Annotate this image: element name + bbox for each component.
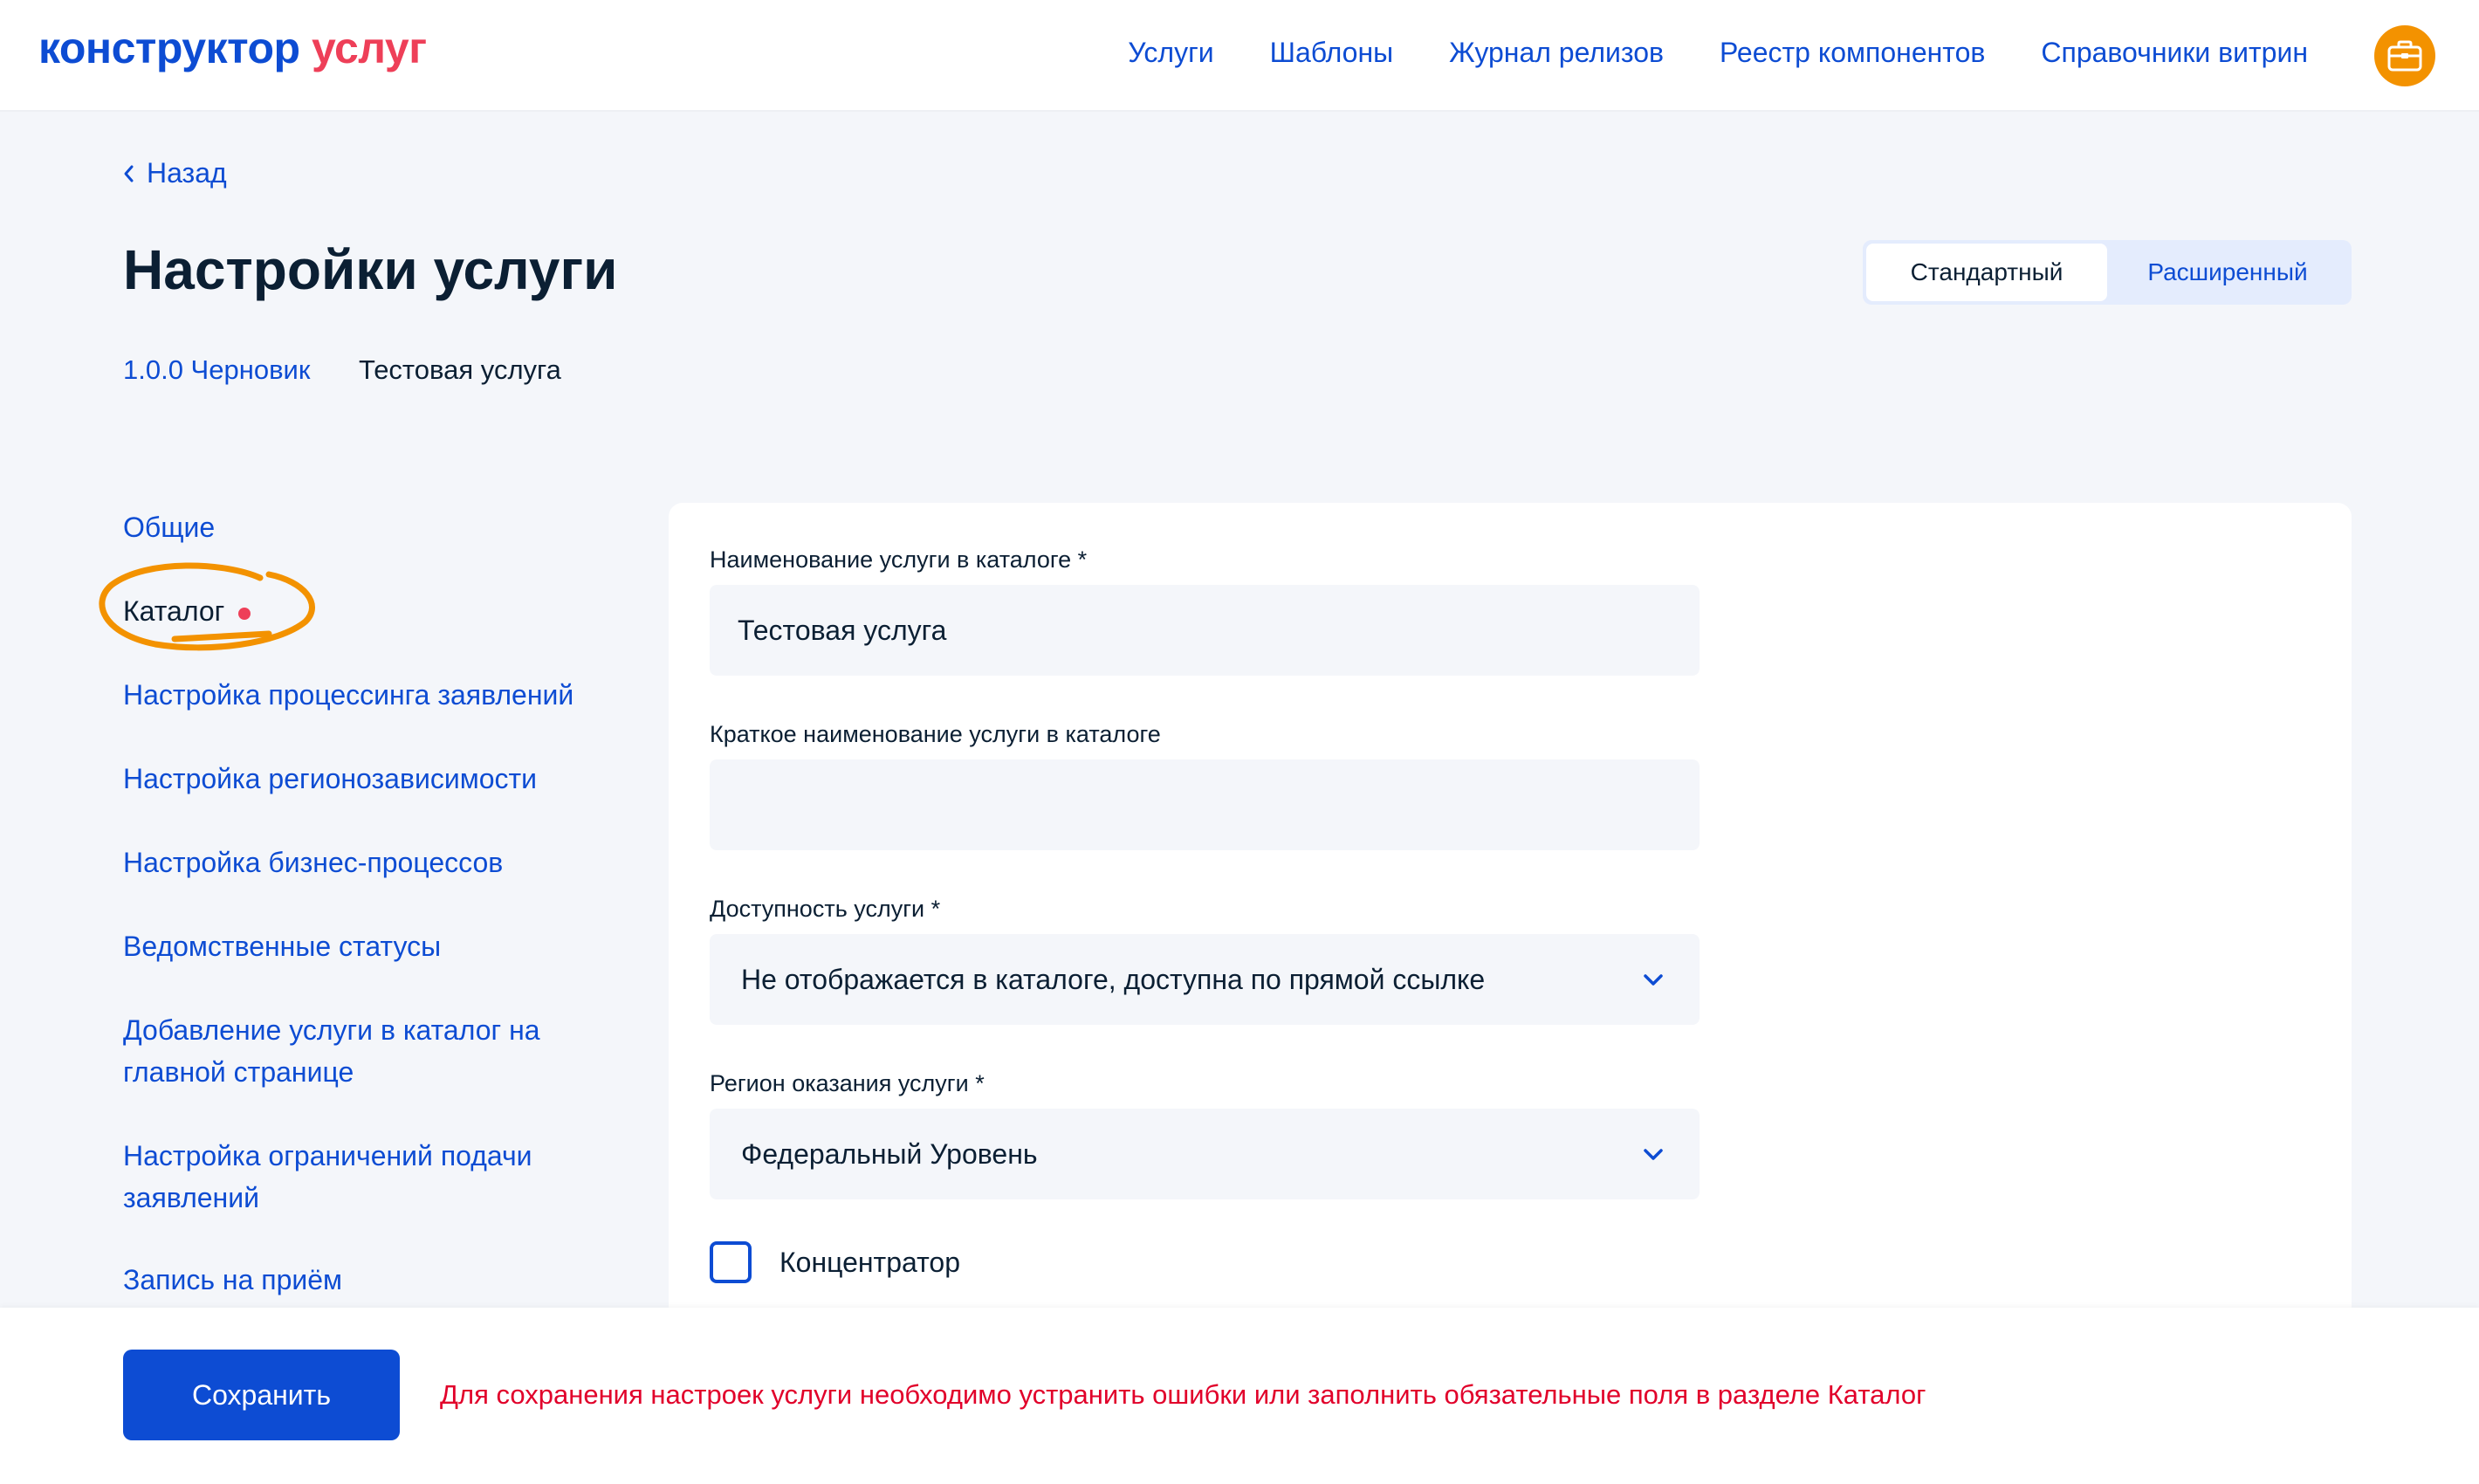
sidebar-item-department-statuses[interactable]: Ведомственные статусы <box>123 925 594 967</box>
availability-value: Не отображается в каталоге, доступна по … <box>741 963 1486 995</box>
sidebar-item-general[interactable]: Общие <box>123 506 594 548</box>
short-name-input[interactable] <box>710 759 1700 850</box>
logo-part-2: услуг <box>311 24 427 72</box>
chevron-left-icon <box>124 165 134 182</box>
top-header: конструктор услуг Услуги Шаблоны Журнал … <box>0 0 2479 112</box>
sidebar-item-business-processes[interactable]: Настройка бизнес-процессов <box>123 842 594 883</box>
service-name-input[interactable]: Тестовая услуга <box>710 585 1700 676</box>
short-name-label: Краткое наименование услуги в каталоге <box>710 721 1161 747</box>
region-label: Регион оказания услуги * <box>710 1070 985 1096</box>
logo-part-1: конструктор <box>38 24 300 72</box>
concentrator-label: Концентратор <box>779 1246 960 1278</box>
logo[interactable]: конструктор услуг <box>38 23 427 73</box>
sticky-footer: Сохранить Для сохранения настроек услуги… <box>0 1308 2479 1484</box>
service-name-label: Наименование услуги в каталоге * <box>710 546 1088 573</box>
user-avatar-button[interactable] <box>2374 25 2435 86</box>
sidebar-item-regional[interactable]: Настройка регионозависимости <box>123 758 594 800</box>
back-link[interactable]: Назад <box>122 157 227 189</box>
concentrator-row: Концентратор <box>710 1241 960 1283</box>
sidebar-item-appointment[interactable]: Запись на приём <box>123 1259 594 1301</box>
chevron-down-icon <box>1644 1149 1663 1160</box>
nav-services[interactable]: Услуги <box>1128 37 1213 69</box>
save-button[interactable]: Сохранить <box>123 1350 400 1440</box>
region-select[interactable]: Федеральный Уровень <box>710 1109 1700 1199</box>
availability-label: Доступность услуги * <box>710 896 941 922</box>
sidebar-item-processing[interactable]: Настройка процессинга заявлений <box>123 674 594 716</box>
nav-showcase-references[interactable]: Справочники витрин <box>2041 37 2308 69</box>
nav-component-registry[interactable]: Реестр компонентов <box>1720 37 1985 69</box>
chevron-down-icon <box>1644 974 1663 986</box>
back-label: Назад <box>147 157 227 189</box>
availability-select[interactable]: Не отображается в каталоге, доступна по … <box>710 934 1700 1025</box>
region-value: Федеральный Уровень <box>741 1137 1038 1170</box>
page-title: Настройки услуги <box>123 238 618 301</box>
concentrator-checkbox[interactable] <box>710 1241 752 1283</box>
mode-standard-tab[interactable]: Стандартный <box>1866 244 2107 301</box>
save-error-message: Для сохранения настроек услуги необходим… <box>440 1379 1926 1410</box>
service-name: Тестовая услуга <box>359 354 561 385</box>
sidebar-item-restrictions[interactable]: Настройка ограничений подачи заявлений <box>123 1135 560 1219</box>
mode-switch: Стандартный Расширенный <box>1863 240 2352 305</box>
highlight-circle <box>99 562 315 651</box>
version-link[interactable]: 1.0.0 Черновик <box>123 354 310 386</box>
main-nav: Услуги Шаблоны Журнал релизов Реестр ком… <box>1128 37 2308 69</box>
mode-extended-tab[interactable]: Расширенный <box>2107 244 2348 301</box>
nav-templates[interactable]: Шаблоны <box>1270 37 1394 69</box>
sidebar-item-add-to-catalog[interactable]: Добавление услуги в каталог на главной с… <box>123 1009 560 1093</box>
briefcase-icon <box>2387 40 2422 72</box>
nav-release-log[interactable]: Журнал релизов <box>1449 37 1664 69</box>
